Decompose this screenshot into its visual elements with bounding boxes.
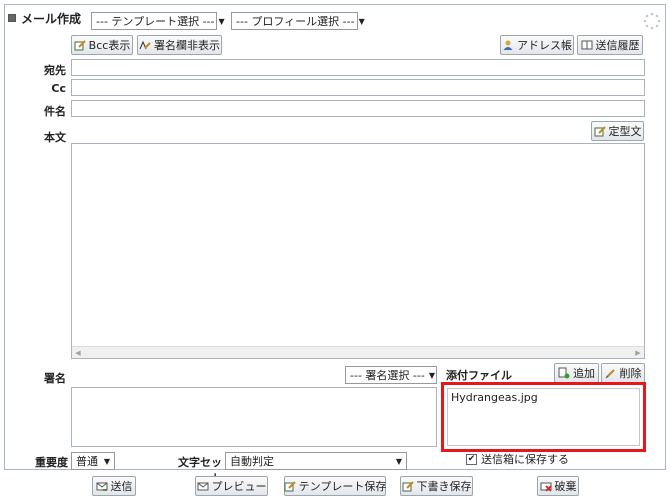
priority-label: 重要度 (35, 456, 68, 469)
profile-select[interactable]: --- プロフィール選択 --- ▼ (231, 12, 365, 30)
edit-icon (284, 480, 296, 492)
scroll-right-icon[interactable]: ▶ (632, 347, 644, 359)
add-file-icon (558, 367, 570, 379)
preview-button[interactable]: プレビュー (195, 476, 268, 496)
user-icon (502, 39, 514, 51)
chevron-down-icon: ▼ (395, 456, 402, 466)
mail-icon (197, 480, 209, 492)
send-mail-icon (96, 480, 108, 492)
book-icon (581, 39, 593, 51)
signature-icon (139, 39, 151, 51)
body-textarea[interactable]: ◀ ▶ (71, 143, 645, 359)
page-title: メール作成 (21, 11, 82, 26)
bcc-toggle-button[interactable]: Bcc表示 (71, 35, 133, 55)
scroll-left-icon[interactable]: ◀ (72, 347, 84, 359)
cc-label: Cc (51, 82, 66, 95)
loading-spinner-icon (643, 12, 661, 30)
to-label: 宛先 (44, 64, 66, 77)
cc-input[interactable] (71, 79, 645, 96)
chevron-down-icon: ▼ (103, 456, 110, 466)
template-select[interactable]: --- テンプレート選択 --- ▼ (91, 12, 225, 30)
compose-title: メール作成 (8, 8, 81, 28)
discard-button[interactable]: 破棄 (537, 476, 579, 496)
add-attachment-button[interactable]: 追加 (554, 363, 599, 383)
send-button[interactable]: 送信 (92, 476, 136, 496)
chevron-down-icon: ▼ (218, 16, 225, 26)
attachment-file-item[interactable]: Hydrangeas.jpg (451, 391, 636, 404)
attachment-list[interactable]: Hydrangeas.jpg (447, 388, 640, 446)
subject-label: 件名 (44, 105, 66, 118)
signature-toggle-button[interactable]: 署名欄非表示 (137, 35, 222, 55)
chevron-down-icon: ▼ (428, 370, 435, 380)
signature-select[interactable]: --- 署名選択 --- ▼ (345, 366, 437, 384)
priority-select[interactable]: 普通 ▼ (71, 452, 115, 470)
save-template-button[interactable]: テンプレート保存 (284, 476, 386, 496)
template-text-button[interactable]: 定型文 (591, 121, 644, 141)
edit-icon (402, 480, 414, 492)
to-input[interactable] (71, 59, 645, 76)
delete-attachment-button[interactable]: 削除 (601, 363, 645, 383)
save-draft-button[interactable]: 下書き保存 (400, 476, 473, 496)
address-book-button[interactable]: アドレス帳 (500, 35, 574, 55)
save-sent-checkbox[interactable]: ✔ (466, 453, 477, 465)
collapse-square-icon[interactable] (8, 14, 16, 22)
signature-textarea[interactable] (71, 387, 437, 447)
attachment-label: 添付ファイル (446, 369, 512, 382)
discard-mail-icon (540, 480, 552, 492)
subject-input[interactable] (71, 100, 645, 117)
save-sent-option[interactable]: ✔ 送信箱に保存する (466, 451, 569, 467)
signature-label: 署名 (44, 372, 66, 385)
horizontal-scrollbar[interactable]: ◀ ▶ (72, 346, 644, 358)
pencil-icon (605, 367, 617, 379)
attachment-list-highlight: Hydrangeas.jpg (441, 382, 646, 452)
edit-icon (74, 39, 86, 51)
body-label: 本文 (44, 131, 66, 144)
edit-icon (594, 125, 606, 137)
sent-history-button[interactable]: 送信履歴 (577, 35, 643, 55)
chevron-down-icon: ▼ (358, 16, 365, 26)
charset-select[interactable]: 自動判定 ▼ (225, 452, 407, 470)
